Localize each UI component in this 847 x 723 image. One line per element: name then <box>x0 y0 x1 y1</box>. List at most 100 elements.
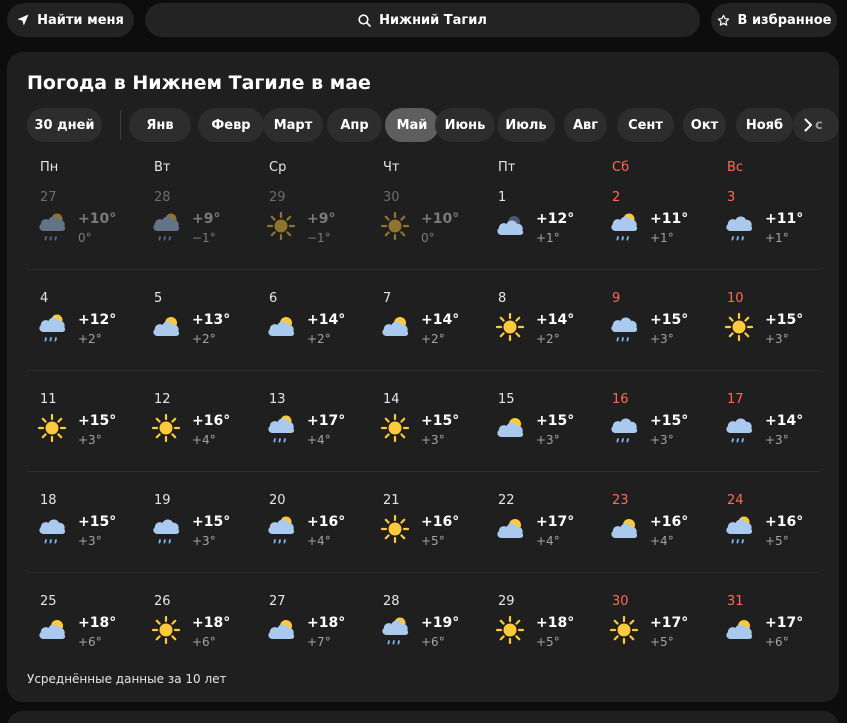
day-number: 11 <box>40 392 57 407</box>
day-cell[interactable]: 29 +18° +5° <box>485 594 598 664</box>
day-cell[interactable]: 22 +17° +4° <box>485 493 598 563</box>
day-number: 2 <box>612 190 621 205</box>
day-cell[interactable]: 12 +16° +4° <box>141 392 254 462</box>
find-me-button[interactable]: Найти меня <box>7 3 134 37</box>
sun-icon <box>494 614 526 646</box>
weekday-header: Чт <box>383 160 400 175</box>
day-cell[interactable]: 19 +15° +3° <box>141 493 254 563</box>
day-number: 15 <box>498 392 515 407</box>
day-number: 14 <box>383 392 400 407</box>
day-cell[interactable]: 30 +10° 0° <box>370 190 483 260</box>
row-divider <box>27 572 820 573</box>
day-cell[interactable]: 18 +15° +3° <box>27 493 140 563</box>
day-cell[interactable]: 23 +16° +4° <box>599 493 712 563</box>
day-cell[interactable]: 17 +14° +3° <box>714 392 827 462</box>
day-cell[interactable]: 29 +9° −1° <box>256 190 369 260</box>
day-cell[interactable]: 7 +14° +2° <box>370 291 483 361</box>
day-cell[interactable]: 2 +11° +1° <box>599 190 712 260</box>
day-number: 31 <box>727 594 744 609</box>
night-temperature: +5° <box>421 534 445 548</box>
day-cell[interactable]: 6 +14° +2° <box>256 291 369 361</box>
day-cell[interactable]: 16 +15° +3° <box>599 392 712 462</box>
day-number: 28 <box>154 190 171 205</box>
day-temperature: +17° <box>650 615 689 631</box>
day-temperature: +15° <box>78 413 117 429</box>
day-cell[interactable]: 5 +13° +2° <box>141 291 254 361</box>
day-temperature: +15° <box>421 413 460 429</box>
cloud-sun-icon <box>723 614 755 646</box>
day-temperature: +9° <box>192 211 221 227</box>
day-temperature: +16° <box>765 514 804 530</box>
day-cell[interactable]: 31 +17° +6° <box>714 594 827 664</box>
day-cell[interactable]: 1 +12° +1° <box>485 190 598 260</box>
day-temperature: +11° <box>650 211 689 227</box>
night-temperature: +3° <box>650 332 674 346</box>
cloud-rain-sun-icon <box>608 210 640 242</box>
day-number: 29 <box>269 190 286 205</box>
day-temperature: +10° <box>78 211 117 227</box>
night-temperature: +4° <box>536 534 560 548</box>
sun-icon <box>723 311 755 343</box>
day-cell[interactable]: 27 +18° +7° <box>256 594 369 664</box>
day-cell[interactable]: 30 +17° +5° <box>599 594 712 664</box>
weekday-header: Пн <box>40 160 59 175</box>
night-temperature: +1° <box>765 231 789 245</box>
averaged-data-note: Усреднённые данные за 10 лет <box>27 672 227 686</box>
day-temperature: +18° <box>536 615 575 631</box>
row-divider <box>27 370 820 371</box>
night-temperature: +6° <box>765 635 789 649</box>
day-cell[interactable]: 15 +15° +3° <box>485 392 598 462</box>
day-temperature: +15° <box>650 312 689 328</box>
night-temperature: +3° <box>78 534 102 548</box>
day-number: 16 <box>612 392 629 407</box>
night-temperature: 0° <box>78 231 92 245</box>
day-number: 30 <box>383 190 400 205</box>
day-cell[interactable]: 24 +16° +5° <box>714 493 827 563</box>
cloud-rain-sun-icon <box>36 210 68 242</box>
next-card <box>7 711 839 723</box>
day-number: 13 <box>269 392 286 407</box>
day-cell[interactable]: 26 +18° +6° <box>141 594 254 664</box>
night-temperature: +2° <box>307 332 331 346</box>
day-temperature: +17° <box>765 615 804 631</box>
day-cell[interactable]: 25 +18° +6° <box>27 594 140 664</box>
day-cell[interactable]: 8 +14° +2° <box>485 291 598 361</box>
night-temperature: +5° <box>765 534 789 548</box>
day-cell[interactable]: 20 +16° +4° <box>256 493 369 563</box>
day-cell[interactable]: 27 +10° 0° <box>27 190 140 260</box>
day-number: 17 <box>727 392 744 407</box>
day-cell[interactable]: 13 +17° +4° <box>256 392 369 462</box>
day-cell[interactable]: 14 +15° +3° <box>370 392 483 462</box>
day-number: 27 <box>269 594 286 609</box>
day-number: 3 <box>727 190 736 205</box>
city-name: Нижний Тагил <box>379 12 487 28</box>
day-temperature: +14° <box>421 312 460 328</box>
day-temperature: +19° <box>421 615 460 631</box>
night-temperature: +3° <box>765 433 789 447</box>
city-search-button[interactable]: Нижний Тагил <box>145 3 700 37</box>
day-cell[interactable]: 10 +15° +3° <box>714 291 827 361</box>
night-temperature: +4° <box>307 433 331 447</box>
day-temperature: +11° <box>765 211 804 227</box>
day-cell[interactable]: 11 +15° +3° <box>27 392 140 462</box>
day-temperature: +16° <box>421 514 460 530</box>
cloud-night-icon <box>494 210 526 242</box>
day-cell[interactable]: 28 +9° −1° <box>141 190 254 260</box>
cloud-rain-sun-icon <box>36 311 68 343</box>
day-cell[interactable]: 21 +16° +5° <box>370 493 483 563</box>
sun-icon <box>379 210 411 242</box>
night-temperature: +7° <box>307 635 331 649</box>
day-cell[interactable]: 9 +15° +3° <box>599 291 712 361</box>
day-number: 9 <box>612 291 621 306</box>
night-temperature: +3° <box>650 433 674 447</box>
sun-icon <box>379 513 411 545</box>
favorites-label: В избранное <box>737 12 832 28</box>
day-temperature: +13° <box>192 312 231 328</box>
day-cell[interactable]: 4 +12° +2° <box>27 291 140 361</box>
cloud-rain-icon <box>723 412 755 444</box>
day-cell[interactable]: 3 +11° +1° <box>714 190 827 260</box>
day-cell[interactable]: 28 +19° +6° <box>370 594 483 664</box>
day-number: 22 <box>498 493 515 508</box>
add-to-favorites-button[interactable]: В избранное <box>711 3 837 37</box>
weekday-header: Вт <box>154 160 171 175</box>
